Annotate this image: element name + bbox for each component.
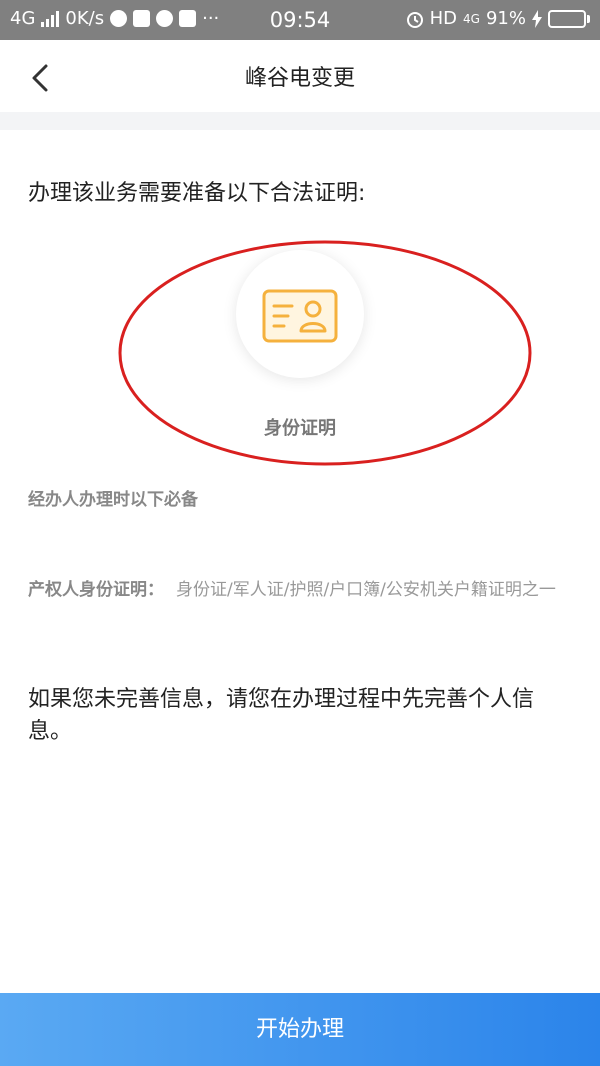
id-card-icon	[262, 289, 338, 343]
alarm-icon	[406, 11, 423, 28]
document-label: 身份证明	[264, 418, 336, 439]
hd-label: HD	[429, 8, 458, 29]
divider-band	[0, 112, 600, 130]
nav-bar: 峰谷电变更	[0, 40, 600, 112]
start-button[interactable]: 开始办理	[0, 993, 600, 1066]
charging-icon	[532, 9, 542, 28]
property-owner-label: 产权人身份证明：	[28, 580, 164, 600]
status-right: HD 4G 91%	[406, 8, 590, 29]
intro-text: 办理该业务需要准备以下合法证明:	[28, 181, 366, 206]
battery-icon	[548, 9, 590, 28]
property-owner-value: 身份证/军人证/护照/户口簿/公安机关户籍证明之一	[176, 580, 556, 600]
notice-text: 如果您未完善信息，请您在办理过程中先完善个人信息。	[28, 687, 535, 744]
property-owner-row: 产权人身份证明： 身份证/军人证/护照/户口簿/公安机关户籍证明之一	[28, 572, 576, 608]
page-title: 峰谷电变更	[244, 66, 355, 91]
lte-label: 4G	[463, 11, 480, 26]
battery-percent: 91%	[485, 8, 526, 29]
status-bar: 4G 0K/s ··· 09:54 HD 4G 91%	[0, 0, 600, 40]
requirement-title: 经办人办理时以下必备	[28, 490, 198, 510]
